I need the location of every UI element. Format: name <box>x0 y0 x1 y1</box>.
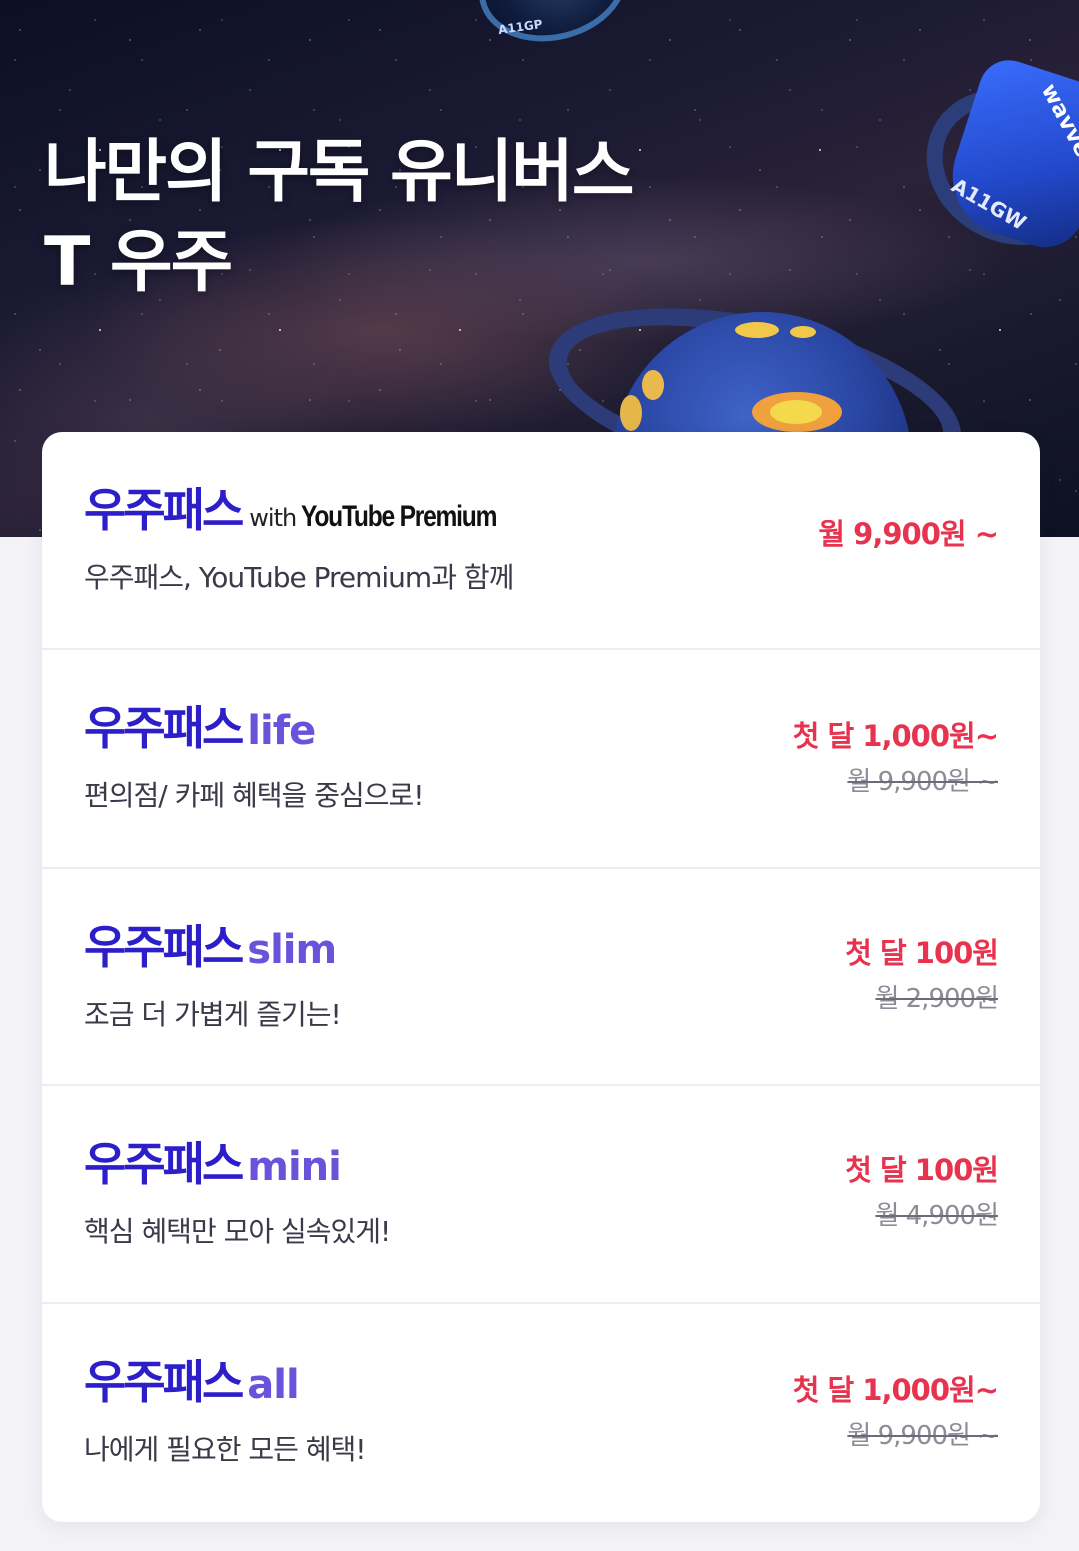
plan-price: 월 9,900원 ~ <box>818 517 999 551</box>
plan-item-youtube-premium[interactable]: 우주패스 with YouTube Premium 우주패스, YouTube … <box>42 432 1040 650</box>
plan-price: 첫 달 1,000원~ <box>792 719 999 753</box>
plan-suffix: slim <box>247 927 337 973</box>
plan-original-price: 월 4,900원 <box>875 1201 999 1231</box>
plan-price: 첫 달 1,000원~ <box>792 1373 999 1407</box>
plan-suffix: YouTube Premium <box>301 500 497 533</box>
plan-brand: 우주패스 <box>84 483 244 537</box>
plan-item-life[interactable]: 우주패스 life 편의점/ 카페 혜택을 중심으로! 첫 달 1,000원~ … <box>42 650 1040 868</box>
page-title-line2: T 우주 <box>44 223 233 302</box>
planet-spot <box>770 400 822 424</box>
plan-description: 편의점/ 카페 혜택을 중심으로! <box>84 779 424 812</box>
plan-description: 나에게 필요한 모든 혜택! <box>84 1433 367 1466</box>
plan-suffix: life <box>247 708 316 754</box>
plan-logo: 우주패스 mini <box>84 1136 342 1192</box>
page-title: 나만의 구독 유니버스 T 우주 <box>44 128 634 308</box>
page-title-line1: 나만의 구독 유니버스 <box>44 133 634 212</box>
plan-description: 핵심 혜택만 모아 실속있게! <box>84 1215 391 1248</box>
plan-price: 첫 달 100원 <box>845 936 999 970</box>
plan-suffix: all <box>247 1362 299 1408</box>
plan-price: 첫 달 100원 <box>845 1153 999 1187</box>
plan-brand: 우주패스 <box>84 1137 244 1191</box>
plan-logo: 우주패스 slim <box>84 919 337 975</box>
plan-description: 조금 더 가볍게 즐기는! <box>84 998 342 1031</box>
plan-description: 우주패스, YouTube Premium과 함께 <box>84 561 514 594</box>
plan-original-price: 월 9,900원 ~ <box>847 767 999 797</box>
plan-brand: 우주패스 <box>84 701 244 755</box>
planet-wavve-decoration: wavve A11GW <box>899 52 1079 275</box>
plan-logo: 우주패스 all <box>84 1354 300 1410</box>
plan-original-price: 월 9,900원 ~ <box>847 1421 999 1451</box>
plan-with-label: with <box>249 504 297 532</box>
planet-spot <box>790 326 816 338</box>
plan-logo: 우주패스 with YouTube Premium <box>84 482 539 538</box>
plan-list-card: 우주패스 with YouTube Premium 우주패스, YouTube … <box>42 432 1040 1522</box>
plan-suffix: mini <box>247 1144 342 1190</box>
plan-item-all[interactable]: 우주패스 all 나에게 필요한 모든 혜택! 첫 달 1,000원~ 월 9,… <box>42 1304 1040 1522</box>
plan-logo: 우주패스 life <box>84 700 316 756</box>
plan-item-slim[interactable]: 우주패스 slim 조금 더 가볍게 즐기는! 첫 달 100원 월 2,900… <box>42 869 1040 1087</box>
planet-spot <box>735 322 779 338</box>
plan-original-price: 월 2,900원 <box>875 984 999 1014</box>
plan-brand: 우주패스 <box>84 1355 244 1409</box>
planet-spot <box>620 395 642 431</box>
planet-spot <box>642 370 664 400</box>
plan-brand: 우주패스 <box>84 920 244 974</box>
plan-item-mini[interactable]: 우주패스 mini 핵심 혜택만 모아 실속있게! 첫 달 100원 월 4,9… <box>42 1086 1040 1304</box>
